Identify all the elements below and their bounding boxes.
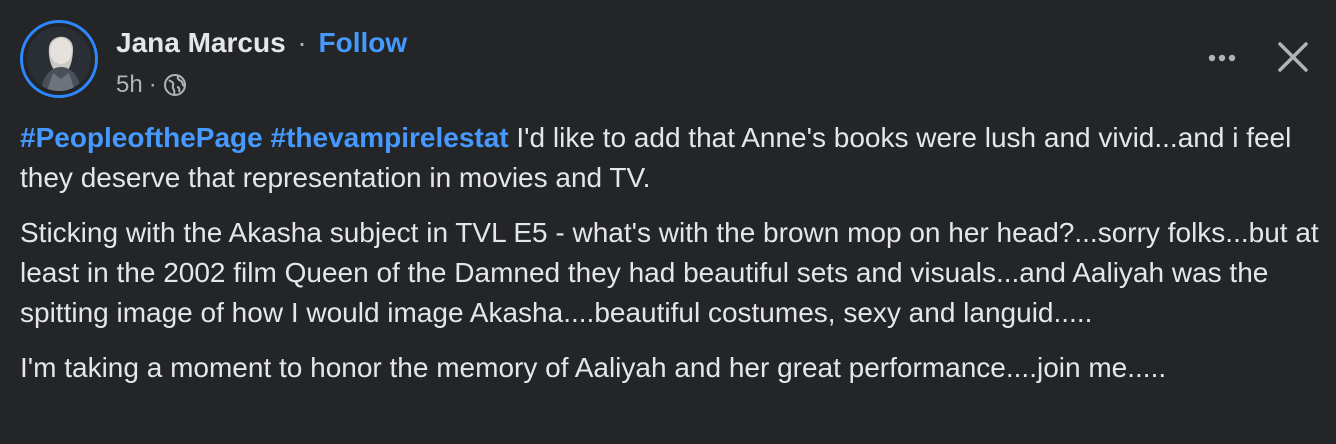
avatar-portrait-icon <box>27 27 91 91</box>
avatar-image <box>27 27 91 91</box>
post-time[interactable]: 5h <box>116 70 143 100</box>
hashtag-link[interactable]: #PeopleofthePage <box>20 122 263 153</box>
post-paragraph-1: #PeopleofthePage #thevampirelestat I'd l… <box>20 118 1320 198</box>
post-header: Jana Marcus · Follow 5h · <box>20 20 1316 104</box>
post-paragraph-2: Sticking with the Akasha subject in TVL … <box>20 213 1320 333</box>
hashtag-link[interactable]: #thevampirelestat <box>271 122 509 153</box>
author-name[interactable]: Jana Marcus <box>116 27 286 58</box>
name-separator: · <box>297 27 307 58</box>
post-card: Jana Marcus · Follow 5h · #PeopleofthePa… <box>0 0 1336 444</box>
post-body: #PeopleofthePage #thevampirelestat I'd l… <box>20 118 1320 403</box>
paragraph-text: I'm taking a moment to honor the memory … <box>20 352 1167 383</box>
paragraph-text: Sticking with the Akasha subject in TVL … <box>20 217 1319 328</box>
close-button[interactable] <box>1270 34 1316 80</box>
meta-separator: · <box>148 71 157 98</box>
follow-button[interactable]: Follow <box>319 27 408 58</box>
more-horizontal-icon <box>1208 54 1236 62</box>
globe-icon[interactable] <box>163 73 187 97</box>
avatar[interactable] <box>20 20 98 98</box>
close-icon <box>1278 42 1308 72</box>
author-line: Jana Marcus · Follow <box>116 26 407 60</box>
post-meta: 5h · <box>116 70 187 100</box>
post-paragraph-3: I'm taking a moment to honor the memory … <box>20 348 1320 388</box>
more-options-button[interactable] <box>1202 38 1242 78</box>
